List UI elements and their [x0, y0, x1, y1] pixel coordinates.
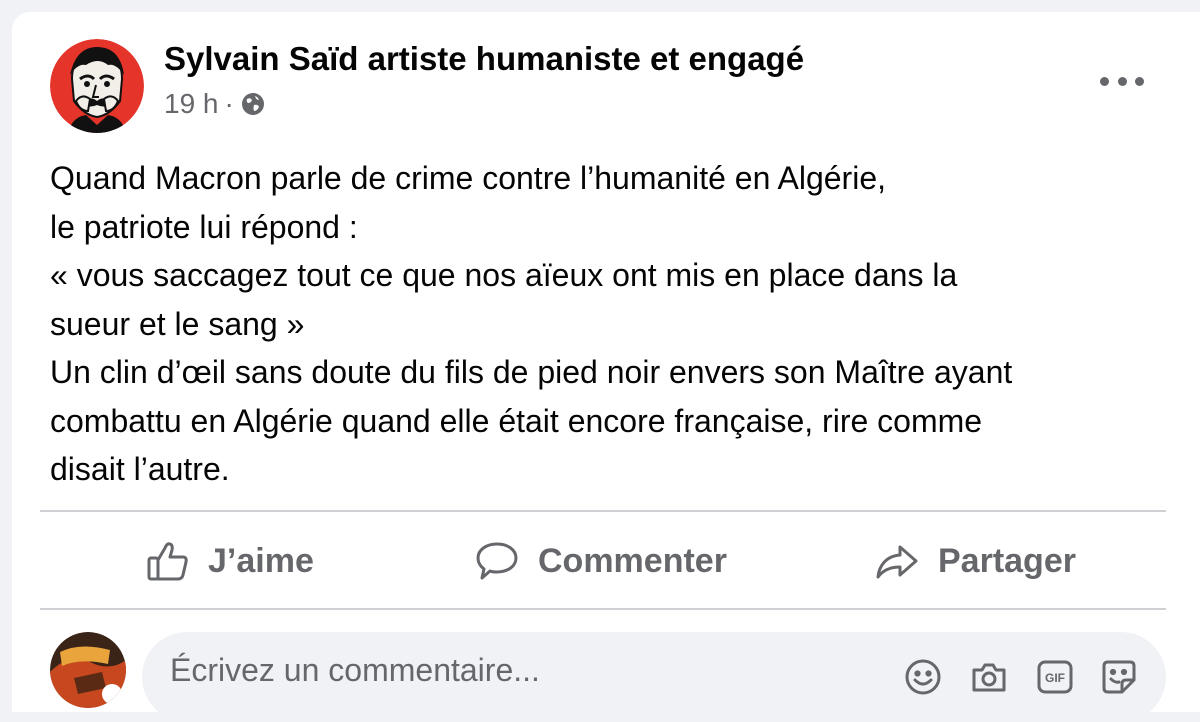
post-text-line: combattu en Algérie quand elle était enc… [50, 402, 983, 439]
commenter-avatar[interactable] [50, 632, 126, 708]
comment-button[interactable]: Commenter [474, 536, 727, 586]
gif-icon[interactable]: GIF [1036, 658, 1074, 696]
post-text-line: le patriote lui répond : [50, 208, 358, 245]
post-text-line: sueur et le sang » [50, 305, 305, 342]
emoji-icon[interactable] [904, 658, 942, 696]
comment-input[interactable]: Écrivez un commentaire... GIF [142, 632, 1166, 722]
post-card: Sylvain Saïd artiste humaniste et engagé… [12, 12, 1200, 722]
post-author-name[interactable]: Sylvain Saïd artiste humaniste et engagé [164, 40, 804, 78]
divider-bottom [40, 608, 1166, 610]
svg-text:GIF: GIF [1045, 671, 1065, 685]
speech-bubble-icon [474, 539, 520, 583]
post-text-line: « vous saccagez tout ce que nos aïeux on… [50, 257, 958, 293]
post-text: Quand Macron parle de crime contre l’hum… [50, 154, 1180, 494]
share-button[interactable]: Partager [874, 536, 1076, 586]
more-options-icon[interactable] [1100, 70, 1144, 92]
sticker-icon[interactable] [1100, 658, 1138, 696]
comment-label: Commenter [538, 541, 727, 580]
meta-separator: · [224, 88, 234, 119]
share-label: Partager [938, 541, 1076, 580]
divider-top [40, 510, 1166, 512]
author-avatar[interactable] [50, 39, 144, 133]
like-button[interactable]: J’aime [146, 536, 314, 586]
post-timestamp[interactable]: 19 h [164, 88, 219, 120]
post-text-line: Quand Macron parle de crime contre l’hum… [50, 160, 886, 196]
like-label: J’aime [208, 541, 314, 580]
comment-placeholder: Écrivez un commentaire... [170, 652, 540, 688]
globe-icon[interactable] [240, 91, 266, 117]
share-arrow-icon [874, 539, 920, 583]
post-meta: 19 h · [164, 88, 266, 120]
post-text-line: Un clin d’œil sans doute du fils de pied… [50, 354, 1013, 390]
camera-icon[interactable] [970, 658, 1008, 696]
post-text-line: disait l’autre. [50, 451, 230, 487]
thumbs-up-icon [146, 539, 190, 583]
